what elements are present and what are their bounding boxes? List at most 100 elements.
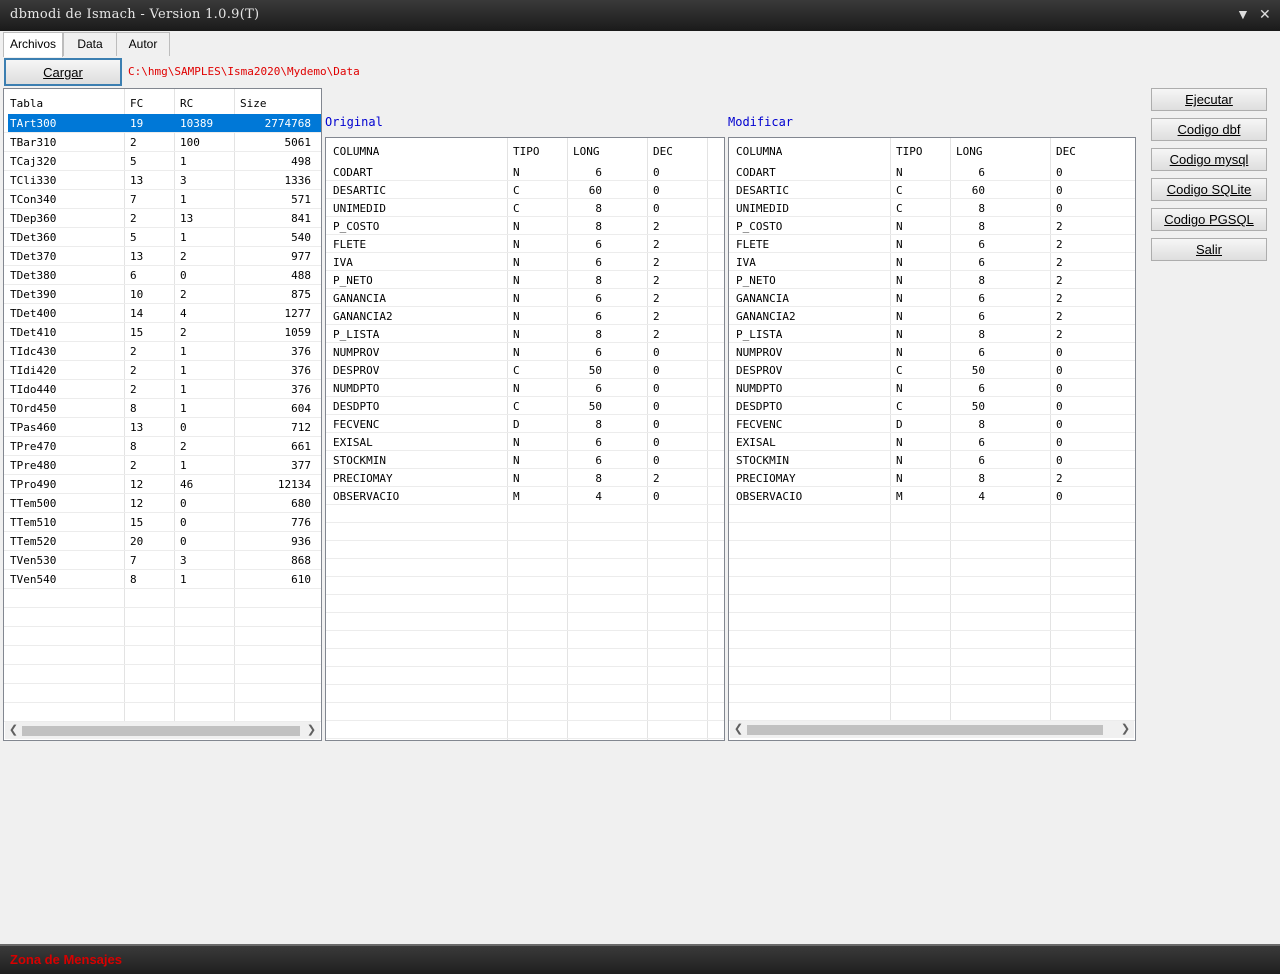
scroll-thumb[interactable]: [22, 726, 300, 736]
table-row[interactable]: FECVENC D 8 0: [729, 415, 1135, 433]
modificar-hscrollbar[interactable]: ❮ ❯: [730, 721, 1134, 738]
table-row[interactable]: PRECIOMAY N 8 2: [729, 469, 1135, 487]
table-row[interactable]: TTem500 12 0 680: [4, 494, 321, 512]
scroll-thumb[interactable]: [747, 725, 1103, 735]
salir-button[interactable]: Salir: [1151, 238, 1267, 261]
table-row[interactable]: P_LISTA N 8 2: [326, 325, 724, 343]
arrow-right-icon[interactable]: ❯: [1117, 721, 1134, 738]
table-row[interactable]: TPro490 12 46 12134: [4, 475, 321, 493]
table-row[interactable]: IVA N 6 2: [326, 253, 724, 271]
col-header-fc[interactable]: FC: [130, 94, 143, 112]
table-row[interactable]: TVen530 7 3 868: [4, 551, 321, 569]
table-row[interactable]: TIdi420 2 1 376: [4, 361, 321, 379]
col-header-long[interactable]: LONG: [573, 142, 600, 160]
table-row[interactable]: FLETE N 6 2: [729, 235, 1135, 253]
table-row[interactable]: TPas460 13 0 712: [4, 418, 321, 436]
tables-grid[interactable]: Tabla FC RC Size TArt300 19 10389 2774768 TB…: [3, 88, 322, 741]
table-row[interactable]: NUMDPTO N 6 0: [729, 379, 1135, 397]
chevron-down-icon[interactable]: ▼: [1236, 6, 1250, 22]
table-row[interactable]: TDep360 2 13 841: [4, 209, 321, 227]
table-row[interactable]: EXISAL N 6 0: [729, 433, 1135, 451]
table-row[interactable]: PRECIOMAY N 8 2: [326, 469, 724, 487]
table-row[interactable]: STOCKMIN N 6 0: [326, 451, 724, 469]
col-header-long[interactable]: LONG: [956, 142, 983, 160]
arrow-left-icon[interactable]: ❮: [5, 722, 22, 739]
table-row[interactable]: NUMPROV N 6 0: [729, 343, 1135, 361]
table-row[interactable]: TDet380 6 0 488: [4, 266, 321, 284]
table-row[interactable]: TPre470 8 2 661: [4, 437, 321, 455]
table-row[interactable]: TOrd450 8 1 604: [4, 399, 321, 417]
table-row[interactable]: TDet360 5 1 540: [4, 228, 321, 246]
table-row[interactable]: DESDPTO C 50 0: [326, 397, 724, 415]
table-row[interactable]: TArt300 19 10389 2774768: [4, 114, 321, 132]
table-row[interactable]: FLETE N 6 2: [326, 235, 724, 253]
table-row[interactable]: DESPROV C 50 0: [729, 361, 1135, 379]
col-header-tipo[interactable]: TIPO: [513, 142, 540, 160]
table-row[interactable]: NUMPROV N 6 0: [326, 343, 724, 361]
col-header-dec[interactable]: DEC: [1056, 142, 1076, 160]
col-header-tipo[interactable]: TIPO: [896, 142, 923, 160]
table-row[interactable]: TDet400 14 4 1277: [4, 304, 321, 322]
col-header-dec[interactable]: DEC: [653, 142, 673, 160]
table-row[interactable]: STOCKMIN N 6 0: [729, 451, 1135, 469]
table-row[interactable]: OBSERVACIO M 4 0: [326, 487, 724, 505]
col-header-columna[interactable]: COLUMNA: [333, 142, 379, 160]
table-row[interactable]: TTem520 20 0 936: [4, 532, 321, 550]
table-row[interactable]: OBSERVACIO M 4 0: [729, 487, 1135, 505]
col-header-tabla[interactable]: Tabla: [10, 94, 43, 112]
table-row[interactable]: GANANCIA N 6 2: [729, 289, 1135, 307]
tables-hscrollbar[interactable]: ❮ ❯: [5, 722, 320, 739]
arrow-right-icon[interactable]: ❯: [303, 722, 320, 739]
cargar-label: Cargar: [43, 65, 83, 80]
table-row[interactable]: DESPROV C 50 0: [326, 361, 724, 379]
cargar-button[interactable]: Cargar: [4, 58, 122, 86]
col-header-rc[interactable]: RC: [180, 94, 193, 112]
table-row[interactable]: P_LISTA N 8 2: [729, 325, 1135, 343]
table-row[interactable]: TTem510 15 0 776: [4, 513, 321, 531]
table-row[interactable]: IVA N 6 2: [729, 253, 1135, 271]
table-row[interactable]: UNIMEDID C 8 0: [326, 199, 724, 217]
table-row[interactable]: UNIMEDID C 8 0: [729, 199, 1135, 217]
table-row[interactable]: P_NETO N 8 2: [326, 271, 724, 289]
tab-archivos[interactable]: Archivos: [3, 32, 63, 57]
tab-data[interactable]: Data: [63, 32, 117, 56]
modificar-grid[interactable]: COLUMNA TIPO LONG DEC CODART N 6 0 DESARTIC C…: [728, 137, 1136, 741]
codigo-pgsql-button[interactable]: Codigo PGSQL: [1151, 208, 1267, 231]
ejecutar-button[interactable]: Ejecutar: [1151, 88, 1267, 111]
table-row[interactable]: TBar310 2 100 5061: [4, 133, 321, 151]
table-row[interactable]: TDet370 13 2 977: [4, 247, 321, 265]
button-label: Ejecutar: [1185, 92, 1233, 107]
table-row[interactable]: NUMDPTO N 6 0: [326, 379, 724, 397]
table-row[interactable]: CODART N 6 0: [326, 163, 724, 181]
table-row[interactable]: TCon340 7 1 571: [4, 190, 321, 208]
table-row[interactable]: TIdc430 2 1 376: [4, 342, 321, 360]
table-row[interactable]: GANANCIA N 6 2: [326, 289, 724, 307]
table-row[interactable]: TCaj320 5 1 498: [4, 152, 321, 170]
table-row[interactable]: TDet410 15 2 1059: [4, 323, 321, 341]
table-row[interactable]: TVen540 8 1 610: [4, 570, 321, 588]
codigo-sqlite-button[interactable]: Codigo SQLite: [1151, 178, 1267, 201]
table-row[interactable]: DESARTIC C 60 0: [326, 181, 724, 199]
table-row[interactable]: FECVENC D 8 0: [326, 415, 724, 433]
table-row[interactable]: CODART N 6 0: [729, 163, 1135, 181]
table-row[interactable]: TIdo440 2 1 376: [4, 380, 321, 398]
codigo-dbf-button[interactable]: Codigo dbf: [1151, 118, 1267, 141]
table-row[interactable]: TCli330 13 3 1336: [4, 171, 321, 189]
close-icon[interactable]: ✕: [1259, 6, 1271, 23]
table-row[interactable]: EXISAL N 6 0: [326, 433, 724, 451]
tab-autor[interactable]: Autor: [116, 32, 170, 56]
original-grid[interactable]: COLUMNA TIPO LONG DEC CODART N 6 0 DESARTIC C…: [325, 137, 725, 741]
table-row[interactable]: P_COSTO N 8 2: [326, 217, 724, 235]
col-header-size[interactable]: Size: [240, 94, 267, 112]
table-row[interactable]: P_NETO N 8 2: [729, 271, 1135, 289]
table-row[interactable]: DESARTIC C 60 0: [729, 181, 1135, 199]
arrow-left-icon[interactable]: ❮: [730, 721, 747, 738]
table-row[interactable]: TPre480 2 1 377: [4, 456, 321, 474]
codigo-mysql-button[interactable]: Codigo mysql: [1151, 148, 1267, 171]
table-row[interactable]: DESDPTO C 50 0: [729, 397, 1135, 415]
table-row[interactable]: GANANCIA2 N 6 2: [729, 307, 1135, 325]
table-row[interactable]: P_COSTO N 8 2: [729, 217, 1135, 235]
table-row[interactable]: TDet390 10 2 875: [4, 285, 321, 303]
table-row[interactable]: GANANCIA2 N 6 2: [326, 307, 724, 325]
col-header-columna[interactable]: COLUMNA: [736, 142, 782, 160]
